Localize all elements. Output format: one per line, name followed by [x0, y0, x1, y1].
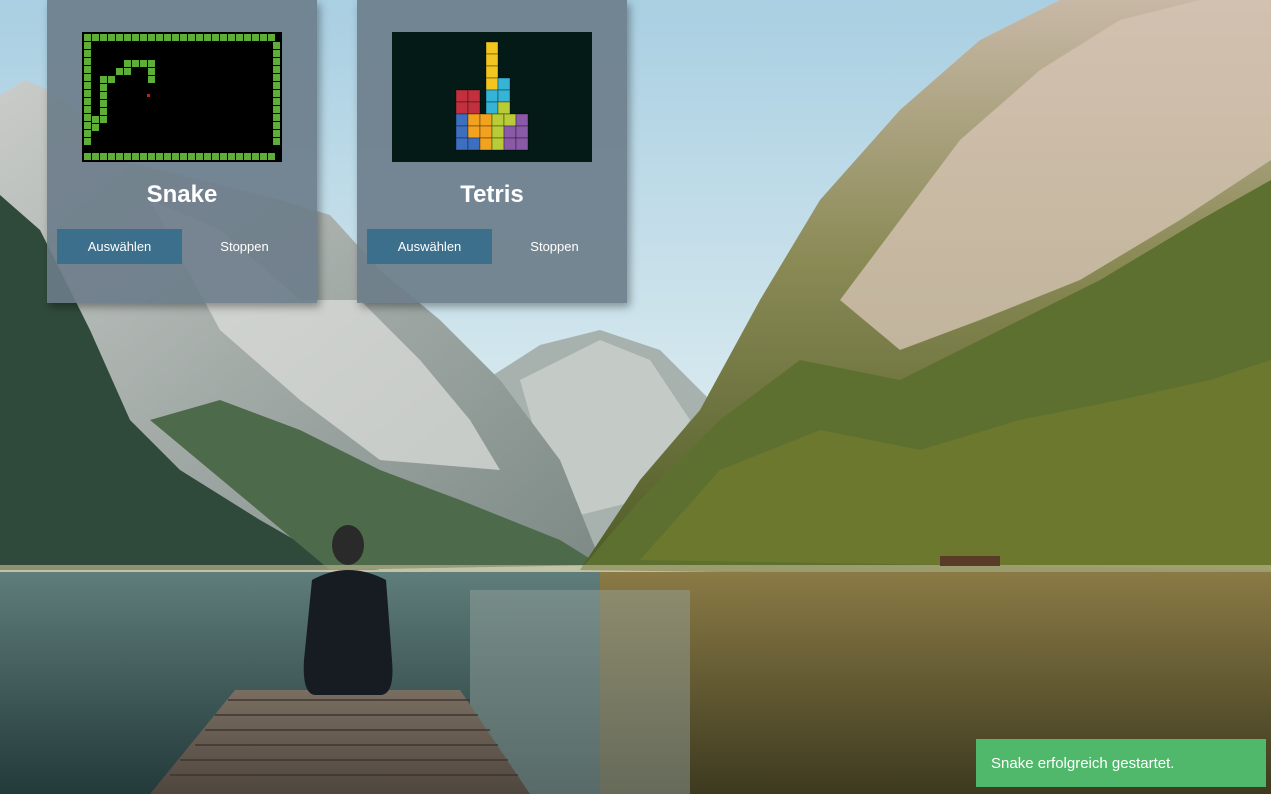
game-card-snake: Snake Auswählen Stoppen	[47, 0, 317, 303]
game-title-snake: Snake	[146, 181, 218, 208]
select-snake-button[interactable]: Auswählen	[57, 229, 182, 264]
success-notification: Snake erfolgreich gestartet.	[976, 739, 1266, 787]
tetris-preview-image	[392, 32, 592, 162]
snake-preview-image	[82, 32, 282, 162]
stop-snake-button[interactable]: Stoppen	[182, 229, 307, 264]
stop-tetris-button[interactable]: Stoppen	[492, 229, 617, 264]
game-card-tetris: Tetris Auswählen Stoppen	[357, 0, 627, 303]
game-title-tetris: Tetris	[460, 181, 524, 208]
select-tetris-button[interactable]: Auswählen	[367, 229, 492, 264]
notification-message: Snake erfolgreich gestartet.	[991, 754, 1175, 772]
snake-food	[147, 94, 150, 97]
